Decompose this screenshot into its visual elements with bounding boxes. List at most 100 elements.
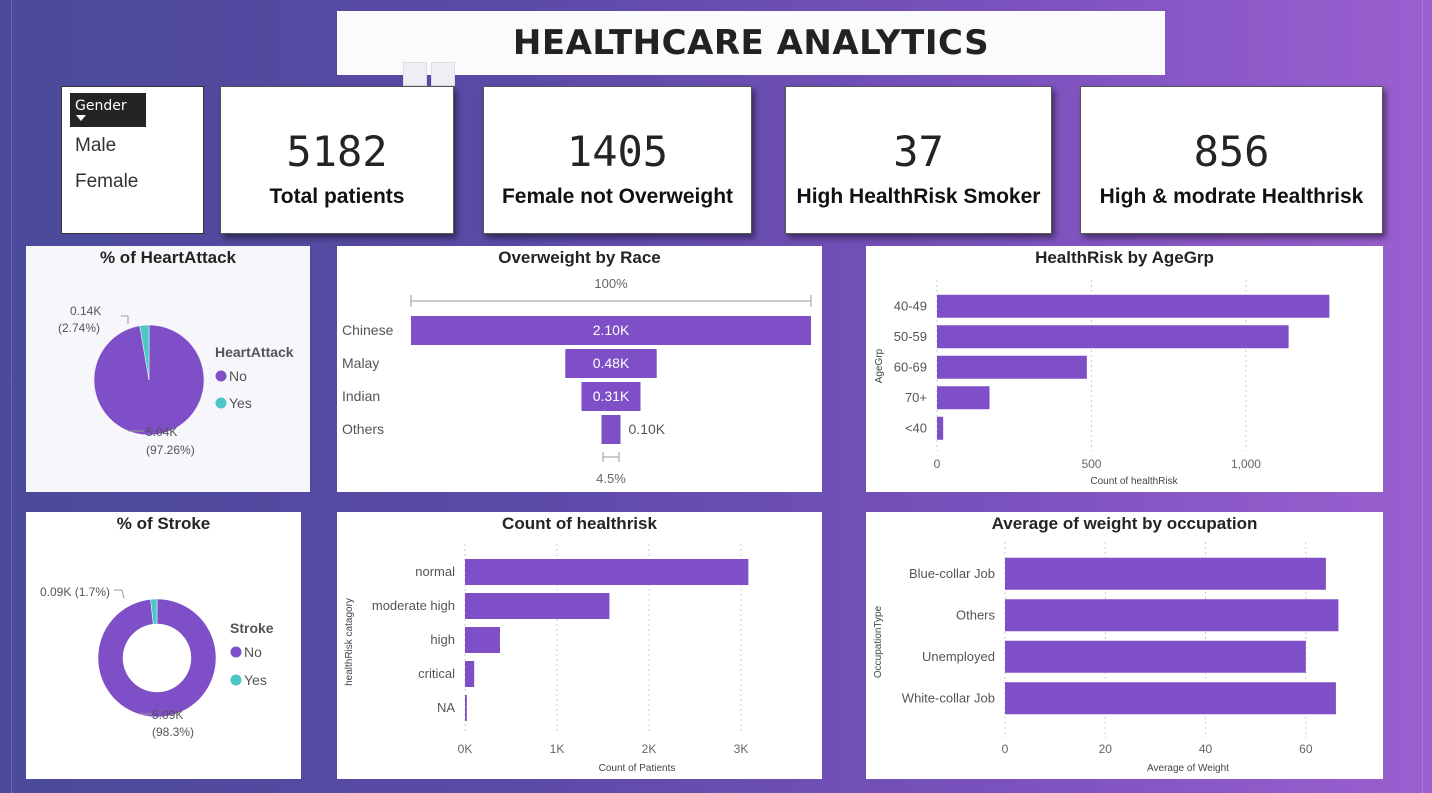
kpi-label: High HealthRisk Smoker: [796, 185, 1041, 208]
bar[interactable]: [465, 593, 610, 619]
data-label: 0.14K: [70, 304, 101, 318]
data-label: 2.10K: [593, 322, 630, 338]
page-right-edge: [1422, 0, 1423, 793]
y-axis-title: healthRisk catagory: [344, 598, 355, 686]
bar[interactable]: [465, 559, 749, 585]
data-label: 5.09K: [152, 708, 183, 722]
legend-item[interactable]: Yes: [229, 395, 252, 411]
bar[interactable]: [1005, 557, 1326, 590]
visual-header-button[interactable]: [403, 62, 427, 86]
bar[interactable]: [937, 416, 944, 440]
slicer-item-female[interactable]: Female: [75, 171, 138, 193]
y-axis-title: AgeGrp: [874, 348, 885, 383]
stroke-panel: % of Stroke 0.09K (1.7%) 5.09K (98.3%) S…: [26, 512, 301, 779]
bar[interactable]: [937, 294, 1330, 318]
x-tick-label: 0K: [458, 742, 473, 756]
legend-title: HeartAttack: [215, 344, 294, 360]
category-label: <40: [905, 420, 927, 435]
x-tick-label: 2K: [642, 742, 657, 756]
heartattack-pie-chart: 0.14K (2.74%) 5.04K (97.26%) HeartAttack…: [58, 304, 294, 457]
category-label: White-collar Job: [902, 690, 995, 705]
visual-options-button[interactable]: [431, 62, 455, 86]
data-label: (97.26%): [146, 443, 195, 457]
page-left-edge: [11, 0, 12, 793]
occupation-bar-chart: 0 20 40 60 Blue-collar Job Others Unemployed W…: [873, 542, 1339, 774]
title-card: HEALTHCARE ANALYTICS: [337, 11, 1165, 75]
y-axis-title: OccupationType: [873, 605, 884, 678]
healthrisk-panel: Count of healthrisk 0K 1K 2K 3K normal moder…: [337, 512, 822, 779]
category-label: Indian: [342, 388, 380, 404]
data-label: 0.09K (1.7%): [40, 585, 110, 599]
bar[interactable]: [937, 355, 1087, 379]
category-label: Chinese: [342, 322, 394, 338]
data-label: (98.3%): [152, 725, 194, 739]
slicer-header[interactable]: Gender: [70, 93, 146, 127]
bar[interactable]: [1005, 682, 1336, 715]
x-tick-label: 1K: [550, 742, 565, 756]
bar[interactable]: [465, 661, 475, 687]
race-funnel-chart: 100% Chinese 2.10K Malay 0.48K Indian 0.31K Ot…: [342, 276, 812, 486]
healthrisk-bar-chart: 0K 1K 2K 3K normal moderate high high critical…: [344, 544, 749, 774]
x-tick-label: 60: [1299, 742, 1313, 756]
slicer-item-male[interactable]: Male: [75, 135, 116, 157]
category-label: NA: [437, 700, 455, 715]
category-label: critical: [418, 666, 455, 681]
x-axis-title: Count of healthRisk: [1090, 476, 1178, 487]
kpi-card-female-not-overweight: 1405 Female not Overweight: [483, 86, 752, 234]
leader-line: [121, 589, 125, 599]
kpi-card-high-risk-smoker: 37 High HealthRisk Smoker: [785, 86, 1052, 234]
category-label: Malay: [342, 355, 379, 371]
kpi-value: 856: [1193, 127, 1270, 176]
category-label: normal: [415, 564, 455, 579]
x-tick-label: 1,000: [1231, 457, 1261, 471]
legend-item[interactable]: Yes: [244, 672, 267, 688]
kpi-value: 1405: [566, 127, 669, 176]
x-axis-title: Average of Weight: [1147, 763, 1229, 774]
x-tick-label: 500: [1081, 457, 1101, 471]
page-title: HEALTHCARE ANALYTICS: [512, 23, 990, 63]
category-label: Others: [956, 607, 996, 622]
category-label: 60-69: [894, 359, 927, 374]
heartattack-panel: % of HeartAttack 0.14K (2.74%) 5.04K (97…: [26, 246, 310, 492]
data-label: 5.04K: [146, 425, 177, 439]
legend-marker: [215, 370, 227, 382]
kpi-value: 37: [893, 127, 944, 176]
gender-slicer: Gender Male Female: [61, 86, 204, 234]
kpi-label: High & modrate Healthrisk: [1099, 185, 1364, 208]
category-label: 40-49: [894, 298, 927, 313]
caret-down-icon[interactable]: [76, 115, 86, 121]
category-label: moderate high: [372, 598, 455, 613]
race-panel: Overweight by Race 100% Chinese 2.10K Mala…: [337, 246, 822, 492]
kpi-label: Total patients: [269, 185, 405, 208]
bar[interactable]: [465, 627, 500, 653]
legend-title: Stroke: [230, 620, 274, 636]
x-tick-label: 40: [1199, 742, 1213, 756]
legend-marker: [230, 646, 242, 658]
category-label: 70+: [905, 390, 927, 405]
bar[interactable]: [937, 386, 990, 410]
x-tick-label: 3K: [734, 742, 749, 756]
funnel-bar[interactable]: [601, 415, 621, 444]
occupation-panel: Average of weight by occupation 0 20 40 60 …: [866, 512, 1383, 779]
legend-marker: [215, 397, 227, 409]
bar[interactable]: [465, 695, 467, 721]
data-label: (2.74%): [58, 321, 100, 335]
legend-item[interactable]: No: [244, 644, 262, 660]
data-label: 0.10K: [629, 421, 666, 437]
category-label: Blue-collar Job: [909, 566, 995, 581]
stroke-donut-chart: 0.09K (1.7%) 5.09K (98.3%) Stroke No Yes: [40, 585, 274, 739]
bar[interactable]: [1005, 599, 1339, 632]
kpi-card-total-patients: 5182 Total patients: [220, 86, 454, 234]
x-tick-label: 0: [934, 457, 941, 471]
top-percent-label: 100%: [594, 276, 628, 291]
category-label: 50-59: [894, 329, 927, 344]
kpi-value: 5182: [286, 127, 388, 176]
legend-item[interactable]: No: [229, 368, 247, 384]
data-label: 0.31K: [593, 388, 630, 404]
bar[interactable]: [937, 325, 1289, 349]
agegrp-bar-chart: 0 500 1,000 40-49 50-59 60-69 70+ <40 AgeGrp C…: [874, 280, 1330, 487]
kpi-card-high-moderate-healthrisk: 856 High & modrate Healthrisk: [1080, 86, 1383, 234]
bar[interactable]: [1005, 640, 1306, 673]
bottom-percent-label: 4.5%: [596, 471, 626, 486]
slicer-title: Gender: [75, 98, 127, 114]
